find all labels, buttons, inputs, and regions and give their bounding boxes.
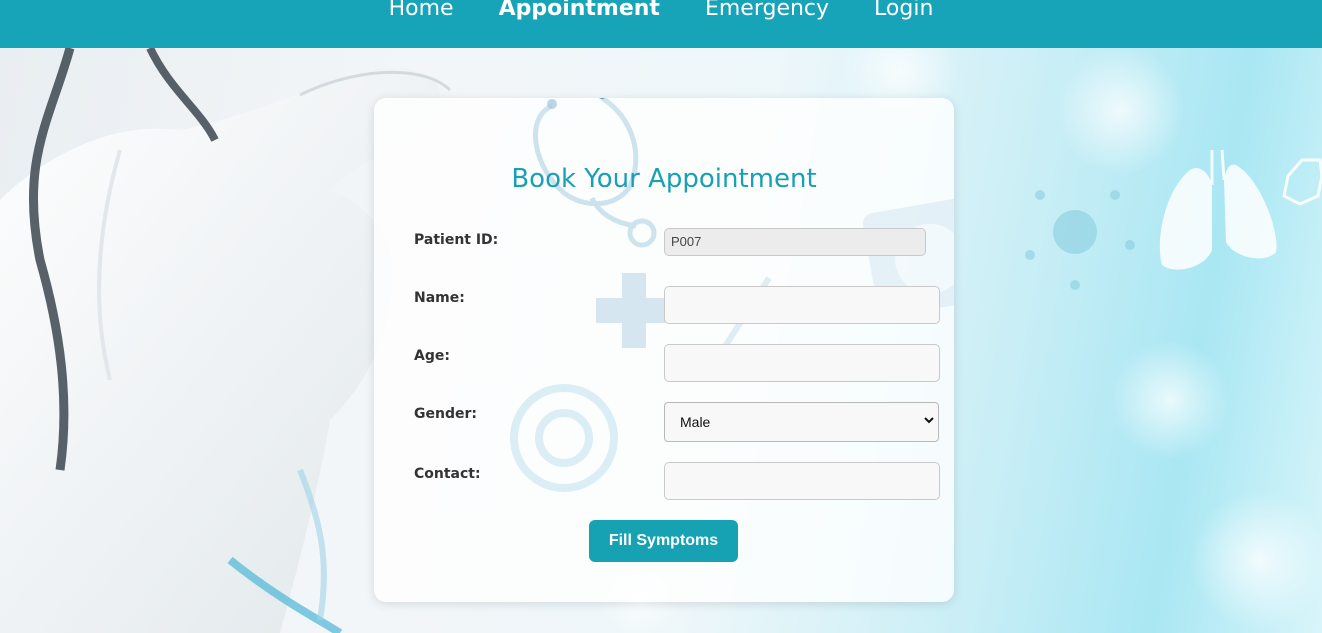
appointment-page: Home Appointment Emergency Login Book Yo…: [0, 0, 1322, 633]
nav-link-emergency[interactable]: Emergency: [705, 0, 829, 24]
fill-symptoms-button[interactable]: Fill Symptoms: [589, 520, 738, 562]
name-input[interactable]: [664, 286, 940, 324]
gender-label: Gender:: [414, 406, 477, 422]
patient-id-field[interactable]: P007: [664, 228, 926, 256]
name-label: Name:: [414, 290, 465, 306]
age-input[interactable]: [664, 344, 940, 382]
nav-link-home[interactable]: Home: [389, 0, 454, 24]
top-navbar: Home Appointment Emergency Login: [0, 0, 1322, 48]
nav-link-login[interactable]: Login: [874, 0, 933, 24]
medical-cross-icon: [596, 273, 672, 348]
patient-id-label: Patient ID:: [414, 232, 499, 248]
appointment-form-card: Book Your Appointment Patient ID: P007 N…: [374, 98, 954, 602]
nav-links: Home Appointment Emergency Login: [0, 0, 1322, 24]
chevron-down-icon: [924, 417, 934, 424]
hexagon-icon: [1282, 158, 1322, 206]
nav-link-appointment[interactable]: Appointment: [499, 0, 660, 24]
gender-select-value: Male: [680, 414, 711, 430]
lungs-icon: [1159, 149, 1277, 270]
gender-select[interactable]: Male: [664, 402, 939, 442]
contact-input[interactable]: [664, 462, 940, 500]
form-title: Book Your Appointment: [511, 164, 817, 194]
age-label: Age:: [414, 348, 450, 364]
contact-label: Contact:: [414, 466, 481, 482]
virus-icon: [1025, 190, 1135, 290]
